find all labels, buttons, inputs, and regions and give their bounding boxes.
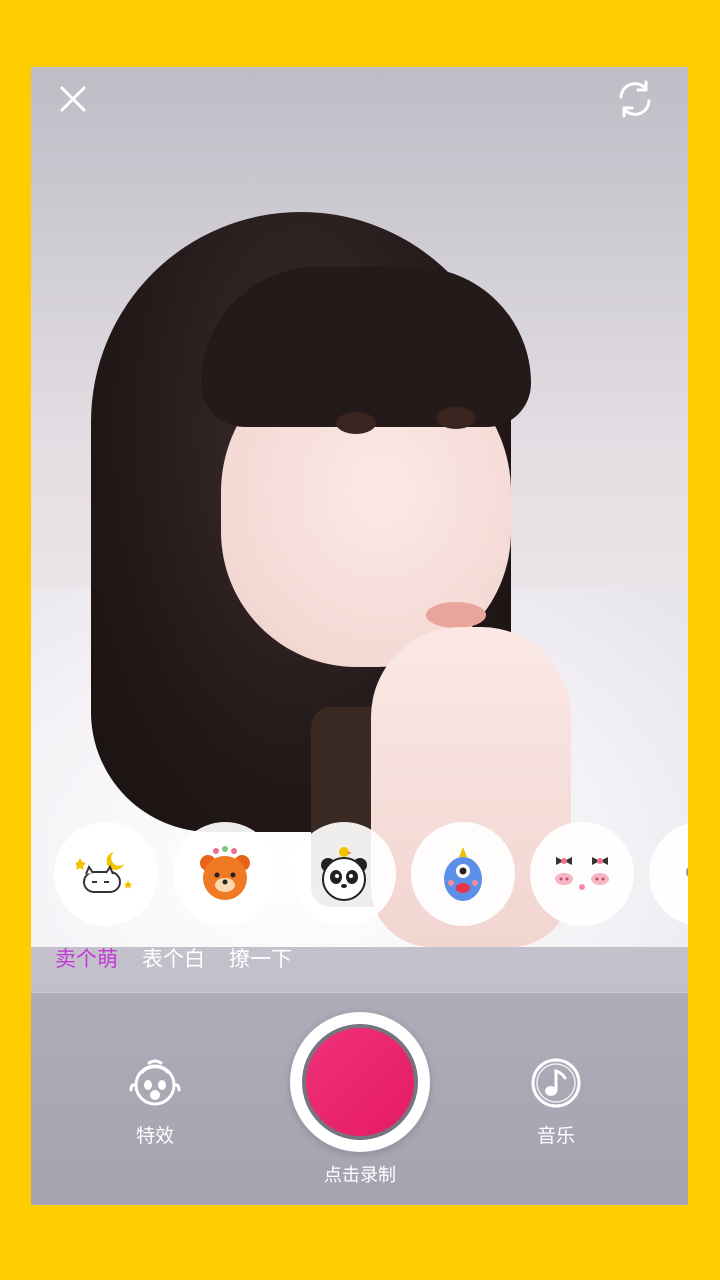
effects-icon [129,1059,181,1106]
camera-preview: 卖个萌 表个白 撩一下 特效 点击录制 音乐 [31,67,688,1205]
sticker-item[interactable] [292,822,396,926]
cat-moon-sticker-icon [76,852,132,893]
sticker-partial-icon [686,867,688,877]
sticker-item[interactable] [530,822,634,926]
effects-button[interactable]: 特效 [115,1057,195,1148]
tab-confess[interactable]: 表个白 [142,944,205,974]
sticker-item[interactable] [411,822,515,926]
subject-left-eye [336,412,376,434]
panel-divider [31,992,688,993]
camera-flip-icon [619,80,651,118]
tab-cute[interactable]: 卖个萌 [55,944,118,974]
subject-right-eye [436,407,476,429]
sticker-item[interactable] [54,822,158,926]
record-button[interactable] [290,1012,430,1152]
music-note-icon [531,1058,581,1108]
subject-bangs [201,267,531,427]
close-icon [60,86,86,112]
sticker-item[interactable] [173,822,277,926]
effects-label: 特效 [135,1125,174,1147]
panda-sticker-icon [321,847,367,901]
music-button[interactable]: 音乐 [516,1057,596,1148]
monster-sticker-icon [444,847,482,901]
bear-sticker-icon [200,846,250,900]
pig-sticker-icon [555,857,609,890]
record-label: 点击录制 [324,1165,396,1186]
record-core [306,1028,414,1136]
music-label: 音乐 [536,1125,575,1147]
sticker-category-tabs: 卖个萌 表个白 撩一下 [55,944,292,974]
subject-mouth [426,602,486,628]
close-button[interactable] [53,79,93,119]
tab-flirt[interactable]: 撩一下 [229,944,292,974]
record-ring [302,1024,418,1140]
camera-flip-button[interactable] [609,73,661,125]
